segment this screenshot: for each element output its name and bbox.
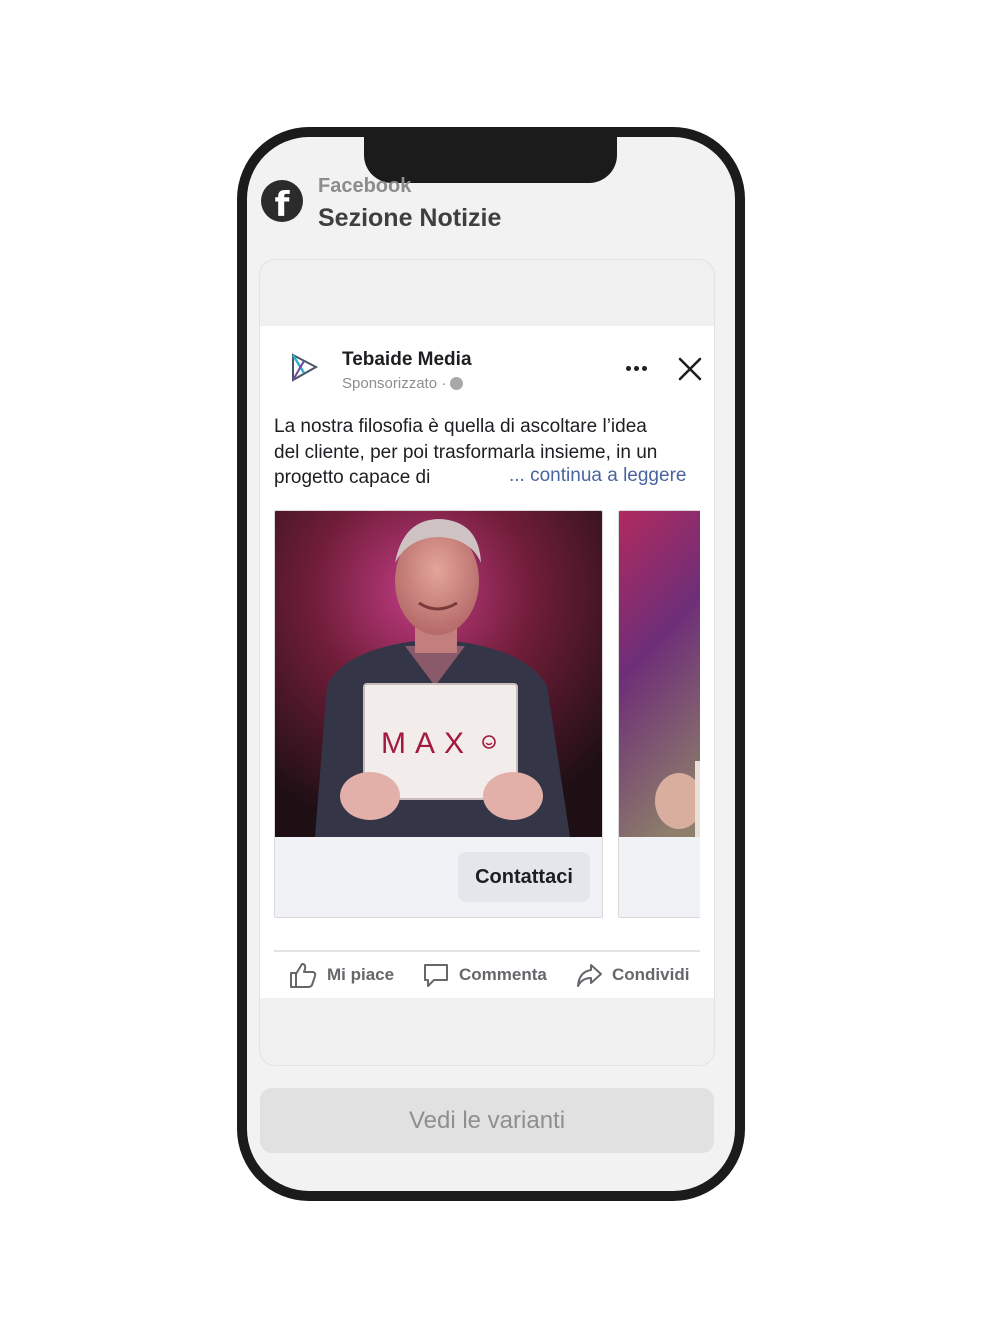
carousel-photo[interactable]: MAX <box>275 511 602 837</box>
comment-label: Commenta <box>459 965 547 984</box>
globe-icon <box>450 377 464 390</box>
caption-line: del cliente, per poi trasformarla insiem… <box>274 441 658 463</box>
tebaide-media-logo-icon[interactable] <box>286 350 320 384</box>
share-button[interactable]: Condividi <box>575 958 689 992</box>
carousel[interactable]: MAX Contattaci <box>274 510 700 918</box>
carousel-card[interactable] <box>618 510 700 918</box>
carousel-card[interactable]: MAX Contattaci <box>274 510 603 918</box>
section-title: Sezione Notizie <box>318 204 502 232</box>
comment-icon <box>424 964 448 987</box>
contact-button[interactable]: Contattaci <box>458 852 590 902</box>
like-button[interactable]: Mi piace <box>288 958 394 992</box>
see-more-link[interactable]: ... continua a leggere <box>509 465 686 487</box>
actions-divider <box>274 950 700 952</box>
more-icon[interactable] <box>620 352 652 384</box>
share-icon <box>577 964 602 987</box>
page-name[interactable]: Tebaide Media <box>342 349 472 371</box>
view-variants-button[interactable]: Vedi le varianti <box>260 1088 714 1153</box>
thumbs-up-icon <box>290 963 317 988</box>
sign-text: MAX <box>381 727 473 760</box>
facebook-logo-icon: f <box>261 180 303 225</box>
sponsored-label: Sponsorizzato · <box>342 375 464 392</box>
comment-button[interactable]: Commenta <box>422 958 547 992</box>
like-label: Mi piace <box>327 965 395 984</box>
share-label: Condividi <box>612 965 690 984</box>
caption-line: La nostra filosofia è quella di ascoltar… <box>274 416 647 437</box>
app-name: Facebook <box>318 175 412 197</box>
sponsored-text: Sponsorizzato · <box>342 375 447 392</box>
carousel-photo[interactable] <box>619 511 700 837</box>
close-icon[interactable] <box>674 352 706 386</box>
